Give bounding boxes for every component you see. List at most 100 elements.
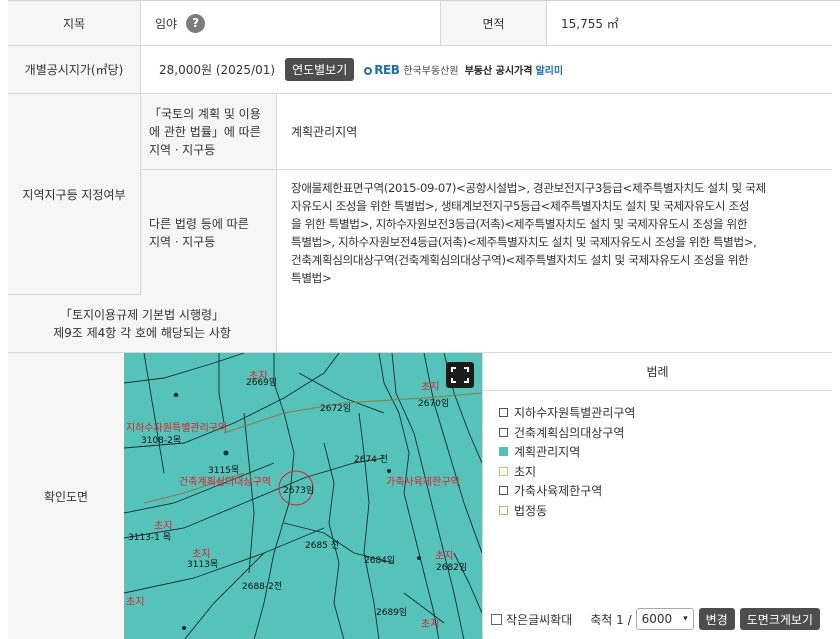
row-map: 확인도면 초지 2669임 2672임 초지 2670임 지하수자원특별관리구역… (8, 353, 832, 639)
map-label-item: 2684임 (364, 556, 396, 566)
zone-sub2-value-line: 자유도시 조성을 위한 특별법>, 생태계보전지구5등급<제주특별자치도 설치 … (291, 198, 750, 213)
legend-swatch (499, 466, 508, 476)
map-controls: 작은글씨확대 축척 1 / 6000 ▾ 변경 도면크게보기 (491, 608, 820, 630)
row-price: 개별공시지가(㎡당) 28,000원 (2025/01) 연도별보기 REB 한… (8, 46, 832, 94)
legend-item-label: 법정동 (514, 503, 548, 518)
zone-sub2-value-cell: 장애물제한표면구역(2015-09-07)<공항시설법>, 경관보전지구3등급<… (276, 170, 832, 295)
map-label-item: 2670임 (418, 399, 450, 409)
legend-item-label: 지하수자원특별관리구역 (514, 406, 636, 421)
chevron-down-icon: ▾ (683, 614, 688, 624)
map-label-item: 3113목 (187, 560, 219, 570)
cadastral-map[interactable]: 초지 2669임 2672임 초지 2670임 지하수자원특별관리구역 3108… (124, 353, 482, 639)
expand-icon[interactable] (446, 362, 474, 388)
jimok-value-cell: 임야 ? (140, 1, 440, 45)
legend-swatch (499, 447, 508, 457)
price-label: 개별공시지가(㎡당) (8, 46, 140, 93)
legend-swatch (499, 505, 508, 515)
legend-swatch (499, 427, 508, 437)
area-value-cell: 15,755 ㎡ (546, 1, 832, 45)
map-label-item: 초지 (421, 382, 440, 393)
legend-item-label: 건축계획심의대상구역 (514, 425, 625, 440)
small-text-checkbox[interactable] (491, 613, 502, 625)
map-label-item: 2685 전 (305, 541, 340, 551)
price-value: 28,000원 (2025/01) (159, 63, 276, 77)
regulation-value-cell (276, 295, 832, 352)
map-label-item: 초지 (421, 619, 440, 630)
row-regulation: 「토지이용규제 기본법 시행령」 제9조 제4항 각 호에 해당되는 사항 (8, 295, 832, 353)
legend-item: 지하수자원특별관리구역 (499, 403, 635, 423)
zone-sub1-label-line: 에 관한 법률」에 따른 (149, 124, 261, 139)
map-label-item: 가축사육제한구역 (386, 477, 460, 488)
zone-sub1-row: 「국토의 계획 및 이용 에 관한 법률」에 따른 지역ㆍ지구등 계획관리지역 (140, 94, 832, 170)
zone-sub1-value-cell: 계획관리지역 (276, 94, 832, 169)
price-label-text: 개별공시지가(㎡당) (24, 63, 124, 77)
area-value: 15,755 ㎡ (561, 16, 619, 31)
small-text-label: 작은글씨확대 (506, 612, 573, 627)
zone-sub2-row: 다른 법령 등에 따른 지역ㆍ지구등 장애물제한표면구역(2015-09-07)… (140, 170, 832, 295)
zone-label-text: 지역지구등 지정여부 (22, 187, 126, 202)
zone-sub2-label: 다른 법령 등에 따른 지역ㆍ지구등 (140, 170, 276, 295)
map-label-item: 2688-2전 (242, 582, 283, 592)
zone-sub2-value-line: 을 위한 특별법>, 지하수자원보전3등급(저촉)<제주특별자치도 설치 및 국… (291, 216, 748, 231)
reb-alimi-link[interactable]: REB 한국부동산원 부동산 공시가격 알리미 (364, 62, 563, 77)
zone-sub2-value-line: 특별법>, 지하수자원보전4등급(저촉)<제주특별자치도 설치 및 국제자유도시… (291, 234, 757, 249)
reb-logo: REB (364, 63, 400, 77)
map-label-item: 3108-2목 (141, 436, 182, 446)
jimok-value: 임야 (155, 16, 178, 31)
legend-title: 범례 (483, 353, 832, 391)
legend-item-label: 계획관리지역 (514, 445, 581, 460)
zone-sub2-value-line: 장애물제한표면구역(2015-09-07)<공항시설법>, 경관보전지구3등급<… (291, 180, 766, 195)
price-value-cell: 28,000원 (2025/01) 연도별보기 REB 한국부동산원 부동산 공… (140, 46, 832, 93)
zone-label: 지역지구등 지정여부 (8, 94, 140, 294)
scale-select-value: 6000 (641, 612, 673, 626)
map-label-item: 2674 전 (354, 455, 389, 465)
legend-item: 초지 (499, 462, 635, 482)
legend-item: 가축사육제한구역 (499, 481, 635, 501)
reb-name: 한국부동산원 (403, 66, 459, 77)
legend-swatch (499, 486, 508, 496)
map-label-text: 확인도면 (43, 490, 89, 504)
jimok-label-text: 지목 (62, 16, 86, 31)
map-label-item: 건축계획심의대상구역 (179, 477, 271, 488)
scale-select[interactable]: 6000 ▾ (635, 608, 694, 630)
zone-sub1-value: 계획관리지역 (291, 125, 358, 139)
legend-panel: 범례 지하수자원특별관리구역 건축계획심의대상구역 계획관리지역 초지 가축사육… (482, 353, 832, 639)
map-label-item: 2689임 (376, 608, 408, 618)
map-label-item: 2669임 (246, 378, 278, 388)
map-label-item: 2672임 (320, 404, 352, 414)
legend-swatch (499, 408, 508, 418)
yearly-view-button[interactable]: 연도별보기 (285, 58, 355, 81)
map-label: 확인도면 (8, 353, 124, 639)
legend-item: 건축계획심의대상구역 (499, 423, 635, 443)
scale-label: 축척 1 / (590, 612, 632, 627)
help-icon[interactable]: ? (186, 13, 206, 33)
zone-sub2-value-line: 특별법> (291, 270, 332, 285)
legend-item: 법정동 (499, 501, 635, 521)
regulation-label-line: 「토지이용규제 기본법 시행령」 (59, 307, 225, 322)
row-zone: 지역지구등 지정여부 「국토의 계획 및 이용 에 관한 법률」에 따른 지역ㆍ… (8, 94, 832, 295)
map-label-item: 2682임 (436, 563, 468, 573)
zone-sub2-label-line: 지역ㆍ지구등 (149, 234, 216, 249)
area-label-text: 면적 (482, 16, 505, 31)
reb-alimi: 알리미 (535, 66, 564, 77)
map-label-item: 지하수자원특별관리구역 (126, 423, 228, 434)
map-label-item: 3113-1 목 (128, 533, 172, 543)
zone-sub2-label-line: 다른 법령 등에 따른 (149, 216, 249, 231)
legend-list: 지하수자원특별관리구역 건축계획심의대상구역 계획관리지역 초지 가축사육제한구… (499, 403, 635, 520)
large-map-button[interactable]: 도면크게보기 (739, 608, 820, 630)
map-label-item: 2673임 (283, 486, 315, 496)
zone-sub1-label-line: 「국토의 계획 및 이용 (149, 106, 261, 121)
land-info-table: 지목 임야 ? 면적 15,755 ㎡ 개별공시지가(㎡당) 28,000원 (… (8, 0, 840, 639)
change-scale-button[interactable]: 변경 (698, 608, 735, 630)
zone-sub2-value-line: 건축계획심의대상구역(건축계획심의대상구역)<제주특별자치도 설치 및 국제자유… (291, 252, 749, 267)
legend-item-label: 초지 (514, 464, 537, 479)
map-label-item: 초지 (126, 597, 145, 608)
area-label: 면적 (440, 1, 546, 45)
row-jimok: 지목 임야 ? 면적 15,755 ㎡ (8, 1, 832, 46)
jimok-label: 지목 (8, 1, 140, 45)
legend-item-label: 가축사육제한구역 (514, 484, 603, 499)
regulation-label: 「토지이용규제 기본법 시행령」 제9조 제4항 각 호에 해당되는 사항 (8, 295, 276, 352)
reb-service: 부동산 공시가격 (464, 66, 533, 77)
legend-item: 계획관리지역 (499, 442, 635, 462)
zone-sub1-label-line: 지역ㆍ지구등 (149, 142, 216, 157)
